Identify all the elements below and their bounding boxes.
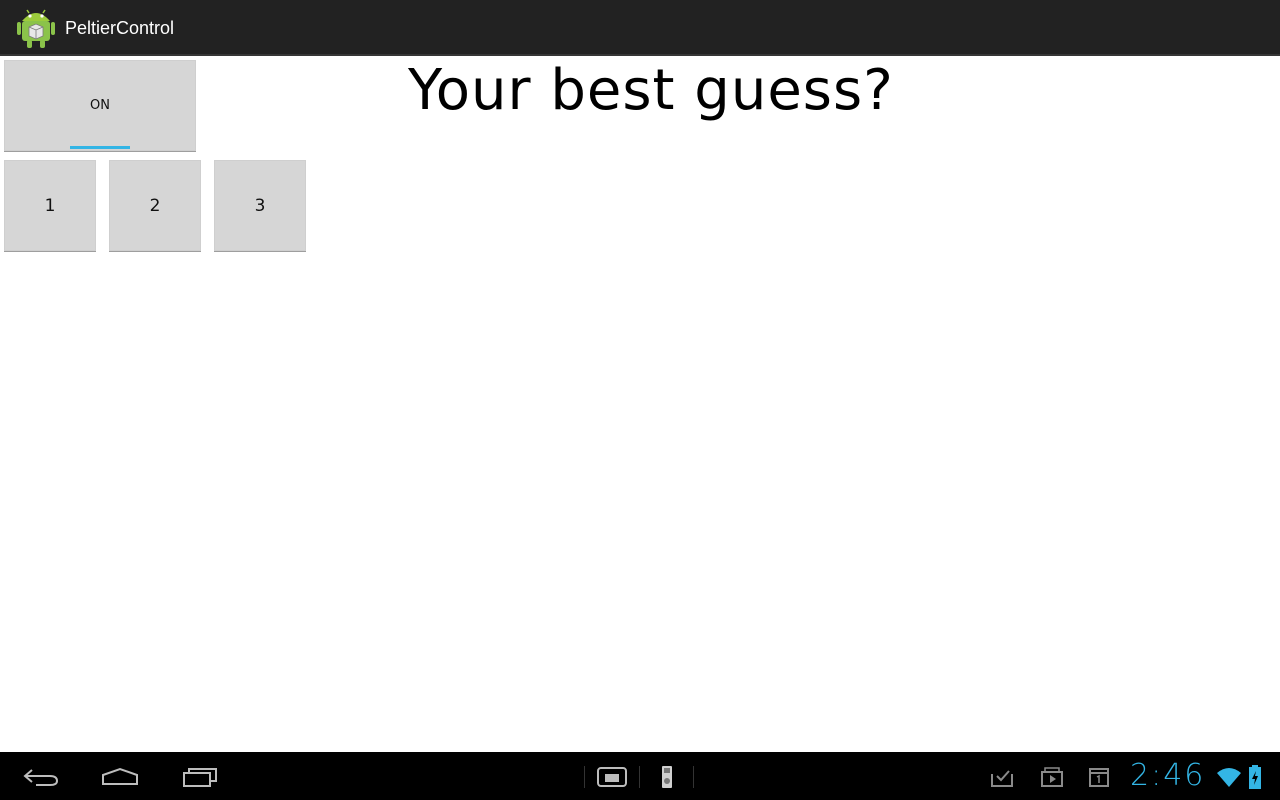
back-icon[interactable] — [22, 766, 60, 788]
app-title: PeltierControl — [65, 18, 175, 38]
action-bar: PeltierControl — [0, 0, 1280, 56]
home-icon[interactable] — [100, 766, 140, 788]
number-button-3[interactable]: 3 — [214, 160, 306, 252]
clock[interactable]: 2:46 — [1130, 758, 1205, 794]
number-button-2[interactable]: 2 — [109, 160, 201, 252]
calendar-icon[interactable] — [1088, 766, 1110, 788]
wifi-icon — [1217, 768, 1241, 787]
main-content: ON Your best guess? 1 2 3 — [0, 56, 1280, 752]
media-play-icon[interactable] — [1040, 766, 1064, 788]
toggle-label: ON — [90, 98, 110, 113]
system-navigation-bar: 2:46 — [0, 752, 1280, 800]
number-button-label: 1 — [44, 195, 56, 216]
screen-compat-icon[interactable] — [596, 766, 628, 788]
divider — [639, 766, 640, 788]
android-app-icon[interactable] — [16, 7, 56, 49]
battery-charging-icon — [1249, 765, 1261, 789]
number-button-1[interactable]: 1 — [4, 160, 96, 252]
divider — [693, 766, 694, 788]
on-toggle-button[interactable]: ON — [4, 60, 196, 152]
usb-storage-icon[interactable] — [659, 764, 675, 790]
toggle-on-indicator — [70, 146, 130, 149]
question-heading: Your best guess? — [408, 58, 894, 123]
number-button-label: 3 — [254, 195, 266, 216]
download-complete-icon[interactable] — [990, 766, 1016, 788]
divider — [584, 766, 585, 788]
recent-apps-icon[interactable] — [182, 766, 220, 788]
number-button-label: 2 — [149, 195, 161, 216]
